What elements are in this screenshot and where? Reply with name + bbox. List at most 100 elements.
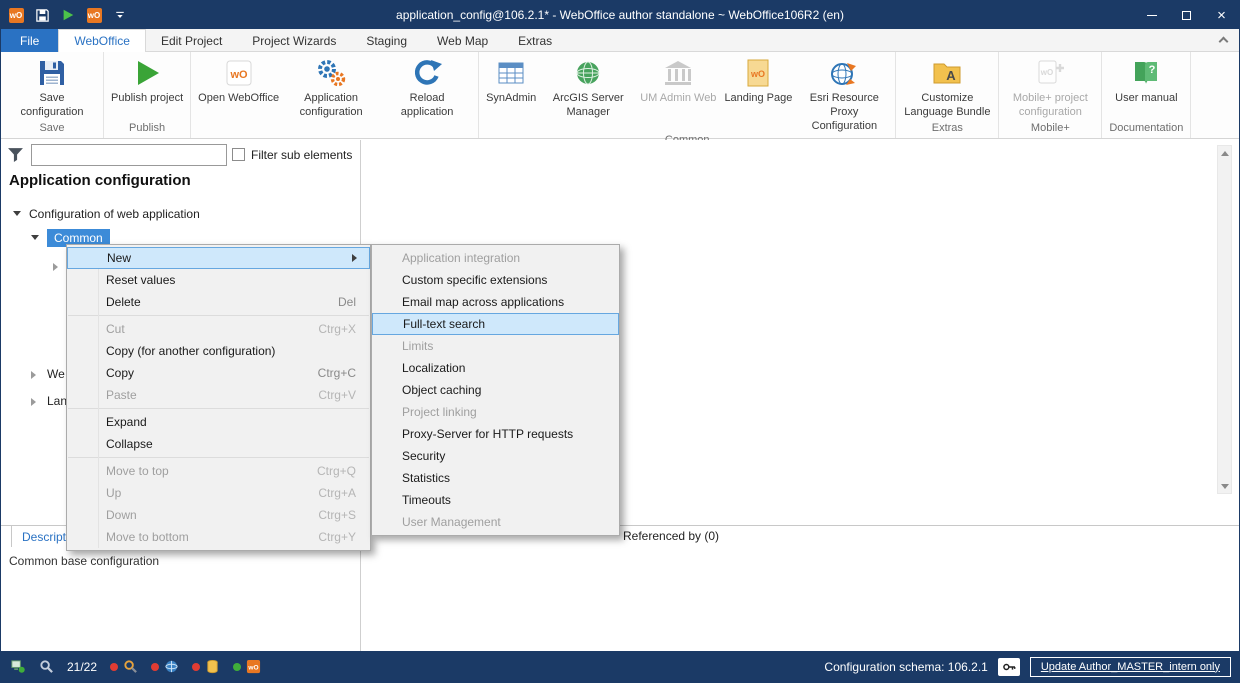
ribbon-button-arcgis-server-manager[interactable]: ArcGIS Server Manager xyxy=(540,53,636,120)
ribbon-button-customize-language-bundle[interactable]: ACustomize Language Bundle xyxy=(899,53,995,120)
menu-item-reset-values[interactable]: Reset values xyxy=(67,269,370,291)
ribbon-group-tools: wO Open WebOffice Application configuratio… xyxy=(191,52,479,138)
menu-item-security[interactable]: Security xyxy=(372,445,619,467)
filter-input[interactable] xyxy=(31,144,227,166)
tab-extras[interactable]: Extras xyxy=(503,29,567,52)
ribbon-group-caption: Save xyxy=(4,121,100,138)
weboffice-icon: wO xyxy=(223,57,255,89)
menu-item-label: Project linking xyxy=(402,405,477,419)
save-icon[interactable] xyxy=(33,6,51,24)
menu-item-shortcut: Ctrg+C xyxy=(318,366,360,380)
menu-item-localization[interactable]: Localization xyxy=(372,357,619,379)
search-dim-icon[interactable] xyxy=(38,659,54,675)
menu-item-application-integration: Application integration xyxy=(372,247,619,269)
menu-item-collapse[interactable]: Collapse xyxy=(67,433,370,455)
tab-web-map[interactable]: Web Map xyxy=(422,29,503,52)
close-button[interactable]: × xyxy=(1204,1,1239,29)
ribbon-button-reload-application[interactable]: Reload application xyxy=(379,53,475,120)
tree-node-lan[interactable]: Lan xyxy=(47,394,67,408)
update-author-link[interactable]: Update Author_MASTER_intern only xyxy=(1030,657,1231,677)
titlebar: wO wO application_config@106.2.1* - WebO… xyxy=(1,1,1239,29)
globe-icon xyxy=(163,659,179,675)
expanded-tree-arrow-icon[interactable] xyxy=(13,211,21,216)
minimize-button[interactable] xyxy=(1134,1,1169,29)
ribbon-button-label: Open WebOffice xyxy=(198,92,279,106)
ribbon-button-landing-page[interactable]: wOLanding Page xyxy=(720,53,796,106)
ribbon-button-label: Save configuration xyxy=(8,92,96,120)
menu-item-copy-for-another-configuration[interactable]: Copy (for another configuration) xyxy=(67,340,370,362)
menu-item-project-linking: Project linking xyxy=(372,401,619,423)
tree-node-configuration-of-web-application[interactable]: Configuration of web application xyxy=(29,207,200,221)
ribbon-group-caption xyxy=(194,121,475,138)
menu-item-label: New xyxy=(107,251,131,265)
mobile-plus-icon: wO xyxy=(1034,57,1066,89)
svg-text:wO: wO xyxy=(247,664,258,671)
menu-item-label: Limits xyxy=(402,339,433,353)
collapsed-tree-arrow-icon[interactable] xyxy=(31,398,36,406)
menu-item-label: Email map across applications xyxy=(402,295,564,309)
tree-node-we[interactable]: We xyxy=(47,367,65,381)
svg-text:wO: wO xyxy=(750,69,765,79)
weboffice-icon[interactable]: wO xyxy=(85,6,103,24)
ribbon-button-save-configuration[interactable]: Save configuration xyxy=(4,53,100,120)
network-icon[interactable] xyxy=(9,659,25,675)
menu-item-move-to-top: Move to topCtrg+Q xyxy=(67,460,370,482)
collapsed-tree-arrow-icon[interactable] xyxy=(53,263,58,271)
key-icon[interactable] xyxy=(998,658,1020,676)
tab-edit-project[interactable]: Edit Project xyxy=(146,29,237,52)
context-menu: NewReset valuesDeleteDelCutCtrg+XCopy (f… xyxy=(66,244,371,551)
run-project-icon[interactable] xyxy=(59,6,77,24)
ribbon-group-caption: Mobile+ xyxy=(1002,121,1098,138)
menu-item-email-map-across-applications[interactable]: Email map across applications xyxy=(372,291,619,313)
ribbon-button-synadmin[interactable]: SynAdmin xyxy=(482,53,540,106)
menu-item-new[interactable]: New xyxy=(67,247,370,269)
menu-item-shortcut: Ctrg+Y xyxy=(318,530,360,544)
collapsed-tree-arrow-icon[interactable] xyxy=(31,371,36,379)
menu-item-paste: PasteCtrg+V xyxy=(67,384,370,406)
maximize-button[interactable] xyxy=(1169,1,1204,29)
vertical-scrollbar[interactable] xyxy=(1217,145,1232,494)
tab-staging[interactable]: Staging xyxy=(351,29,422,52)
quick-access-toolbar: wO wO xyxy=(7,1,129,29)
filter-sub-elements-checkbox[interactable] xyxy=(232,148,245,161)
scroll-down-icon[interactable] xyxy=(1218,479,1231,493)
ribbon-button-application-configuration[interactable]: Application configuration xyxy=(283,53,379,120)
expanded-tree-arrow-icon[interactable] xyxy=(31,235,39,240)
ribbon-button-user-manual[interactable]: ?User manual xyxy=(1111,53,1181,106)
menu-item-object-caching[interactable]: Object caching xyxy=(372,379,619,401)
svg-text:wO: wO xyxy=(229,69,248,81)
ribbon-group-extras: ACustomize Language BundleExtras xyxy=(896,52,999,138)
tab-weboffice[interactable]: WebOffice xyxy=(58,29,146,52)
status-item[interactable] xyxy=(192,659,220,675)
menu-separator xyxy=(68,457,369,458)
menu-item-delete[interactable]: DeleteDel xyxy=(67,291,370,313)
menu-item-copy[interactable]: CopyCtrg+C xyxy=(67,362,370,384)
ribbon: Save configurationSavePublish projectPub… xyxy=(1,52,1239,139)
tab-project-wizards[interactable]: Project Wizards xyxy=(237,29,351,52)
menu-item-label: Proxy-Server for HTTP requests xyxy=(402,427,573,441)
menu-item-statistics[interactable]: Statistics xyxy=(372,467,619,489)
menu-item-timeouts[interactable]: Timeouts xyxy=(372,489,619,511)
status-item[interactable] xyxy=(110,659,138,675)
menu-item-label: Statistics xyxy=(402,471,450,485)
qat-customize-icon[interactable] xyxy=(111,6,129,24)
menu-item-move-to-bottom: Move to bottomCtrg+Y xyxy=(67,526,370,548)
menu-item-proxy-server-for-http-requests[interactable]: Proxy-Server for HTTP requests xyxy=(372,423,619,445)
status-item[interactable] xyxy=(151,659,179,675)
tab-file[interactable]: File xyxy=(1,29,58,52)
ribbon-button-esri-resource-proxy-configuration[interactable]: Esri Resource Proxy Configuration xyxy=(796,53,892,133)
globe-server-icon xyxy=(572,57,604,89)
database-icon xyxy=(204,659,220,675)
status-item[interactable]: wO xyxy=(233,659,261,675)
tab-referenced-by[interactable]: Referenced by (0) xyxy=(623,529,719,543)
menu-item-shortcut: Ctrg+S xyxy=(318,508,360,522)
app-logo-icon[interactable]: wO xyxy=(7,6,25,24)
ribbon-group-common: SynAdminArcGIS Server ManagerUM Admin We… xyxy=(479,52,896,138)
menu-item-custom-specific-extensions[interactable]: Custom specific extensions xyxy=(372,269,619,291)
menu-item-expand[interactable]: Expand xyxy=(67,411,370,433)
scroll-up-icon[interactable] xyxy=(1218,146,1231,160)
ribbon-button-open-weboffice[interactable]: wO Open WebOffice xyxy=(194,53,283,106)
ribbon-button-publish-project[interactable]: Publish project xyxy=(107,53,187,106)
menu-item-shortcut: Ctrg+X xyxy=(318,322,360,336)
menu-item-full-text-search[interactable]: Full-text search xyxy=(372,313,619,335)
